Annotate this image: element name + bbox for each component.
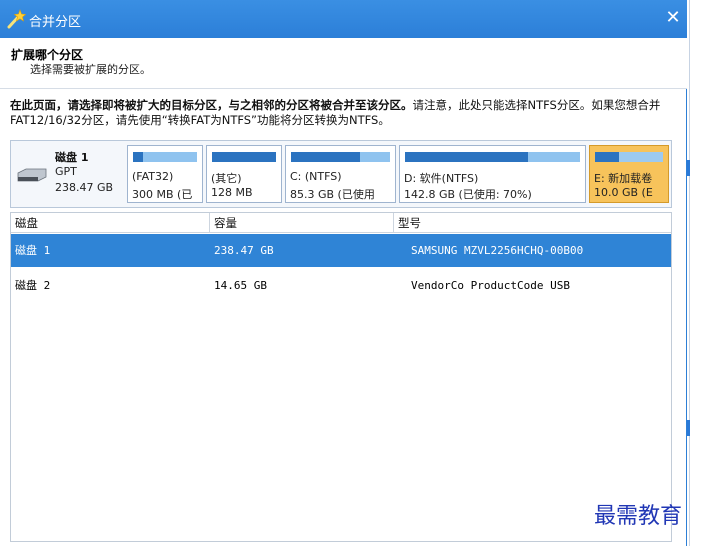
merge-partition-dialog: 合并分区 ✕ 扩展哪个分区 选择需要被扩展的分区。 在此页面，请选择即将被扩大的…: [0, 0, 687, 546]
background-marker: [687, 160, 690, 176]
partition-usage-fill: [133, 152, 143, 162]
partition-d[interactable]: D: 软件(NTFS) 142.8 GB (已使用: 70%): [399, 145, 586, 203]
disk-size: 238.47 GB: [55, 181, 114, 194]
background-divider: [689, 0, 690, 546]
disk-type: GPT: [55, 165, 77, 178]
wizard-header: 扩展哪个分区 选择需要被扩展的分区。: [0, 38, 687, 89]
dialog-title: 合并分区: [29, 15, 82, 30]
disk-table: 磁盘 容量 型号 磁盘 1 238.47 GB SAMSUNG MZVL2256…: [10, 212, 672, 542]
close-icon: ✕: [665, 7, 681, 28]
partition-usage-bar: [291, 152, 390, 162]
partition-e[interactable]: E: 新加载卷 10.0 GB (E: [589, 145, 669, 203]
partition-usage-bar: [595, 152, 663, 162]
partition-label: (FAT32): [132, 170, 174, 183]
column-header-model[interactable]: 型号: [393, 213, 671, 233]
partition-usage-bar: [133, 152, 197, 162]
partition-detail: 85.3 GB (已使用: [290, 188, 375, 201]
page-subheading: 选择需要被扩展的分区。: [30, 63, 151, 76]
instructions-text: 在此页面，请选择即将被扩大的目标分区，与之相邻的分区将被合并至该分区。请注意，此…: [10, 98, 682, 128]
column-header-capacity[interactable]: 容量: [209, 213, 393, 233]
partition-fat32[interactable]: (FAT32) 300 MB (已: [127, 145, 203, 203]
partition-usage-fill: [212, 152, 276, 162]
partition-usage-bar: [212, 152, 276, 162]
table-header: 磁盘 容量 型号: [11, 213, 671, 233]
partition-label: (其它): [211, 172, 242, 185]
partition-usage-fill: [595, 152, 619, 162]
watermark-text: 最需教育: [594, 504, 683, 529]
partition-detail: 10.0 GB (E: [594, 186, 653, 199]
disk-name: 磁盘 1: [55, 151, 89, 164]
instructions-bold: 在此页面，请选择即将被扩大的目标分区，与之相邻的分区将被合并至该分区。: [10, 98, 413, 112]
partition-label: C: (NTFS): [290, 170, 342, 183]
cell-model: SAMSUNG MZVL2256HCHQ-00B00: [411, 244, 584, 257]
partition-detail: 300 MB (已: [132, 188, 193, 201]
table-row[interactable]: 磁盘 1 238.47 GB SAMSUNG MZVL2256HCHQ-00B0…: [11, 234, 671, 267]
cell-capacity: 14.65 GB: [214, 279, 267, 292]
cell-disk: 磁盘 2: [15, 279, 51, 292]
cell-capacity: 238.47 GB: [214, 244, 274, 257]
close-button[interactable]: ✕: [662, 7, 684, 29]
magic-wand-icon: [7, 9, 26, 29]
title-bar: 合并分区 ✕: [0, 0, 687, 38]
disk-map: 磁盘 1 GPT 238.47 GB (FAT32) 300 MB (已 (其它…: [10, 140, 672, 208]
partition-c[interactable]: C: (NTFS) 85.3 GB (已使用: [285, 145, 396, 203]
partition-other[interactable]: (其它) 128 MB: [206, 145, 282, 203]
background-window-edge: [687, 0, 715, 546]
hard-disk-icon: [17, 168, 47, 182]
partition-usage-fill: [291, 152, 361, 162]
table-row[interactable]: 磁盘 2 14.65 GB VendorCo ProductCode USB: [11, 269, 671, 302]
cell-model: VendorCo ProductCode USB: [411, 279, 570, 292]
partition-usage-bar: [405, 152, 580, 162]
partition-label: E: 新加载卷: [594, 172, 653, 185]
background-marker: [687, 420, 690, 436]
disk-info: 磁盘 1 GPT 238.47 GB: [11, 141, 125, 207]
cell-disk: 磁盘 1: [15, 244, 51, 257]
partition-usage-fill: [405, 152, 528, 162]
column-header-disk[interactable]: 磁盘: [11, 213, 209, 233]
partition-detail: 128 MB: [211, 186, 253, 199]
partition-detail: 142.8 GB (已使用: 70%): [404, 188, 532, 201]
partition-label: D: 软件(NTFS): [404, 172, 479, 185]
